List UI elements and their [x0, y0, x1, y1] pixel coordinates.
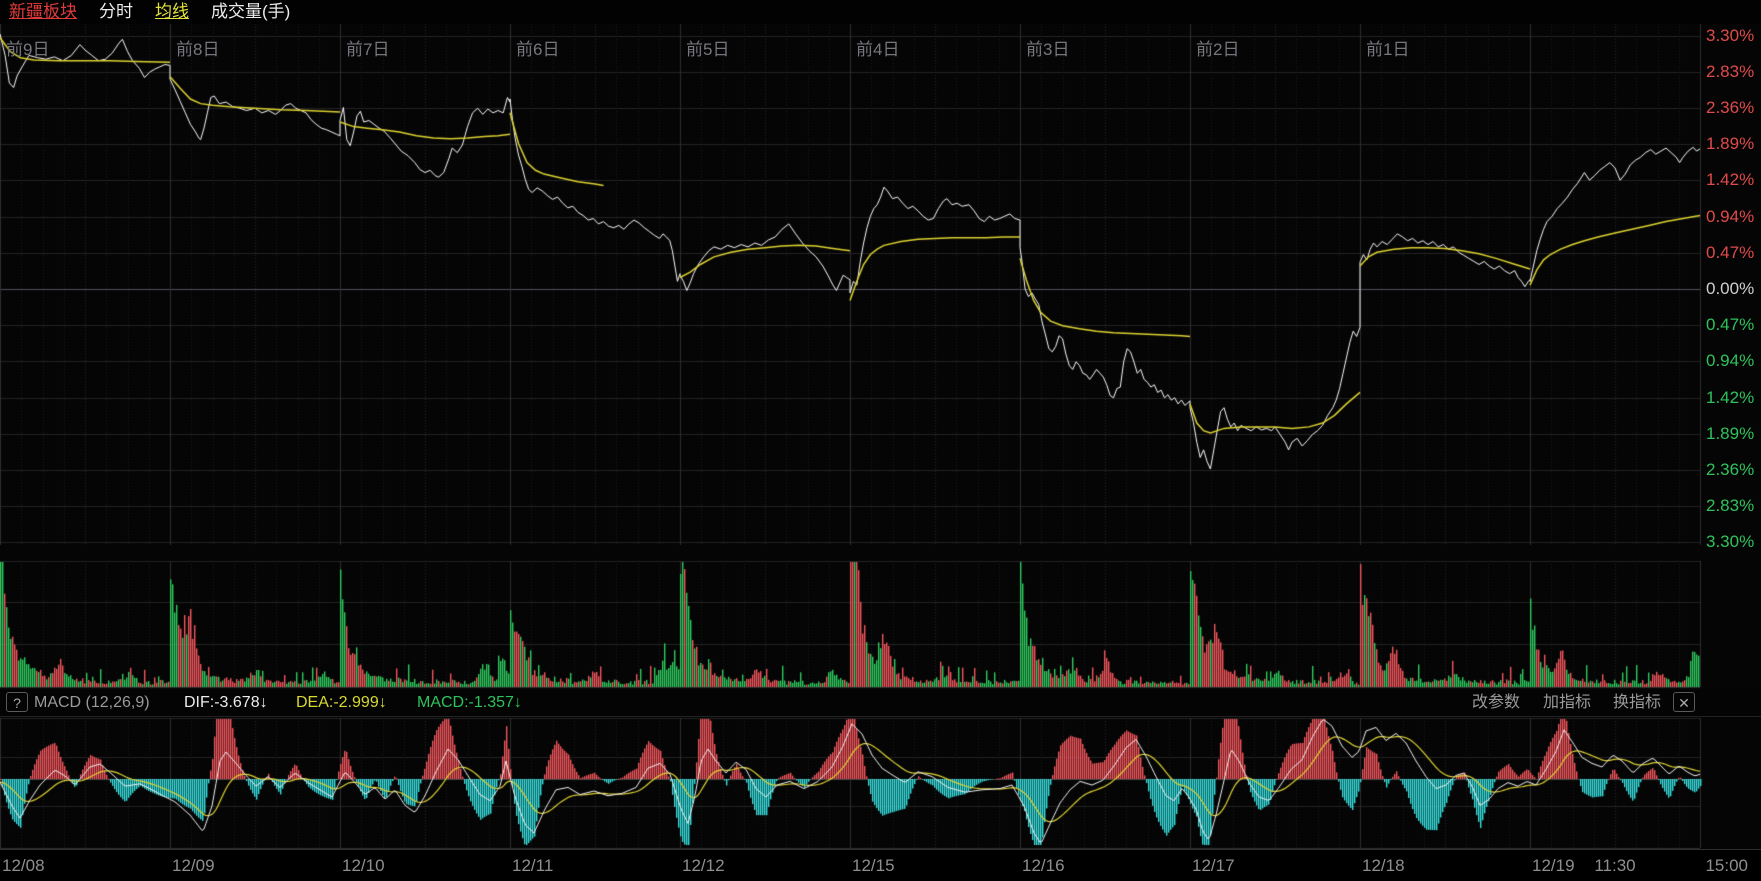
date-label-12/08: 12/08	[2, 857, 45, 875]
add-indicator-button[interactable]: 加指标	[1543, 693, 1591, 713]
price-axis-label: 0.00%	[1706, 280, 1754, 298]
time-axis: 12/08 12/09 12/10 12/11 12/12 12/15 12/16 12/17…	[0, 849, 1761, 881]
day-label-前4日: 前4日	[856, 41, 899, 59]
price-axis-label: 2.36%	[1706, 461, 1754, 479]
date-label-12/12: 12/12	[682, 857, 725, 875]
help-icon[interactable]: ?	[6, 692, 28, 712]
dif-value: DIF:-3.678↓	[184, 693, 268, 713]
macd-params-label: MACD (12,26,9)	[34, 693, 150, 713]
price-axis-label: 0.94%	[1706, 208, 1754, 226]
price-axis-label: 3.30%	[1706, 27, 1754, 45]
day-label-前9日: 前9日	[6, 41, 49, 59]
day-label-前2日: 前2日	[1196, 41, 1239, 59]
day-label-前3日: 前3日	[1026, 41, 1069, 59]
date-label-12/11: 12/11	[512, 857, 553, 875]
multi-day-intraday-chart[interactable]	[0, 0, 1761, 881]
date-label-12/18: 12/18	[1362, 857, 1405, 875]
day-label-前8日: 前8日	[176, 41, 219, 59]
price-axis-label: 1.42%	[1706, 171, 1754, 189]
indicator-tabs: 新疆板块 分时 均线 成交量(手)	[0, 0, 1761, 24]
date-label-12/17: 12/17	[1192, 857, 1235, 875]
day-label-前1日: 前1日	[1366, 41, 1409, 59]
price-axis-label: 1.89%	[1706, 135, 1754, 153]
trading-app: 新疆板块 分时 均线 成交量(手) 前9日 前8日 前7日 前6日 前5日 前4日 前3日 前…	[0, 0, 1761, 881]
price-axis-label: 2.36%	[1706, 99, 1754, 117]
price-axis-label: 1.89%	[1706, 425, 1754, 443]
close-icon[interactable]: ✕	[1673, 692, 1695, 712]
price-axis-label: 2.83%	[1706, 497, 1754, 515]
day-label-前6日: 前6日	[516, 41, 559, 59]
date-label-12/10: 12/10	[342, 857, 385, 875]
edit-params-button[interactable]: 改参数	[1472, 693, 1520, 713]
price-axis-label: 0.47%	[1706, 244, 1754, 262]
price-axis-label: 0.94%	[1706, 352, 1754, 370]
day-label-前7日: 前7日	[346, 41, 389, 59]
price-axis-label: 1.42%	[1706, 389, 1754, 407]
time-label-15:00: 15:00	[1705, 857, 1748, 875]
date-label-12/15: 12/15	[852, 857, 895, 875]
price-axis-label: 0.47%	[1706, 316, 1754, 334]
day-label-前5日: 前5日	[686, 41, 729, 59]
tab-sector-name[interactable]: 新疆板块	[9, 0, 77, 24]
dea-value: DEA:-2.999↓	[296, 693, 387, 713]
tab-intraday[interactable]: 分时	[99, 0, 133, 24]
tab-avg-line[interactable]: 均线	[155, 0, 189, 24]
switch-indicator-button[interactable]: 换指标	[1613, 693, 1661, 713]
date-label-12/09: 12/09	[172, 857, 215, 875]
time-label-11:30: 11:30	[1594, 857, 1635, 875]
price-axis-label: 2.83%	[1706, 63, 1754, 81]
macd-toolbar: ? MACD (12,26,9) DIF:-3.678↓ DEA:-2.999↓…	[0, 689, 1761, 717]
price-axis-label: 3.30%	[1706, 533, 1754, 551]
macd-value: MACD:-1.357↓	[417, 693, 522, 713]
date-label-12/16: 12/16	[1022, 857, 1065, 875]
tab-volume[interactable]: 成交量(手)	[211, 0, 290, 24]
date-label-12/19: 12/19	[1532, 857, 1575, 875]
